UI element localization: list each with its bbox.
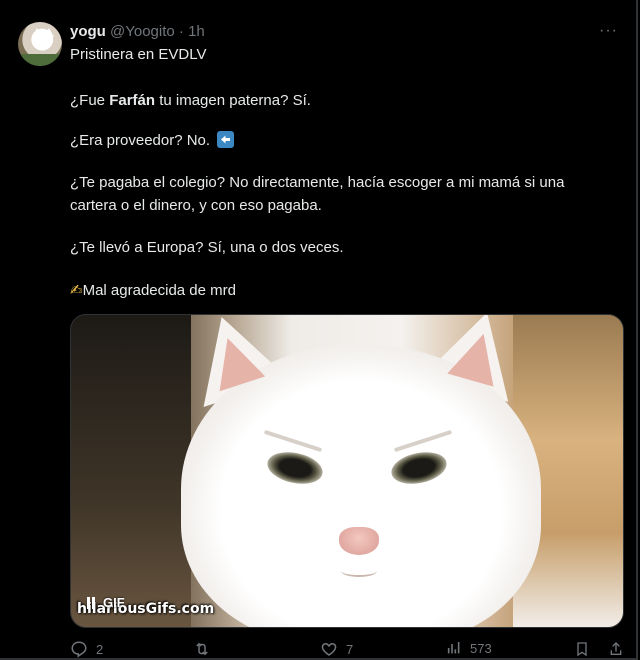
text-line-5: ¿Te llevó a Europa? Sí, una o dos veces. bbox=[70, 239, 344, 256]
cat-mouth bbox=[341, 565, 377, 577]
retweet-icon bbox=[196, 642, 208, 656]
views-icon bbox=[447, 642, 460, 654]
like-button[interactable]: 7 bbox=[320, 640, 353, 658]
text-line-3: ¿Era proveedor? No. bbox=[70, 130, 235, 151]
pause-icon[interactable] bbox=[85, 596, 97, 609]
text-segment: tu imagen paterna? Sí. bbox=[155, 92, 311, 109]
reply-icon bbox=[71, 641, 87, 658]
text-line-1: Pristinera en EVDLV bbox=[70, 46, 207, 63]
retweet-button[interactable] bbox=[192, 640, 220, 658]
media-background-left bbox=[71, 315, 191, 627]
tweet-header: yogu @Yoogito · 1h bbox=[70, 22, 205, 42]
display-name[interactable]: yogu bbox=[70, 23, 106, 40]
more-icon[interactable]: ··· bbox=[599, 22, 618, 40]
text-line-4b: cartera o el dinero, y con eso pagaba. bbox=[70, 197, 322, 214]
like-count: 7 bbox=[346, 641, 354, 657]
cat-nose bbox=[339, 527, 379, 555]
writing-hand-emoji-icon: ✍ bbox=[70, 282, 83, 299]
text-segment: ¿Fue bbox=[70, 92, 110, 109]
avatar-cat-ear bbox=[32, 28, 42, 37]
share-button[interactable] bbox=[608, 640, 624, 658]
bold-name: Farfán bbox=[109, 92, 156, 109]
timestamp[interactable]: 1h bbox=[188, 23, 205, 40]
views-button[interactable]: 573 bbox=[446, 640, 492, 656]
avatar[interactable] bbox=[18, 22, 62, 66]
share-icon bbox=[610, 642, 622, 655]
reply-count: 2 bbox=[96, 641, 104, 657]
avatar-cat-ear bbox=[44, 28, 54, 37]
avatar-grass bbox=[18, 54, 62, 66]
view-count: 573 bbox=[470, 640, 492, 656]
bookmark-button[interactable] bbox=[574, 640, 590, 658]
like-icon bbox=[321, 642, 337, 656]
text-line-2: ¿Fue Farfán tu imagen paterna? Sí. bbox=[70, 90, 311, 111]
text-line-6: ✍Mal agradecida de mrd bbox=[70, 280, 236, 301]
user-handle[interactable]: @Yoogito bbox=[110, 23, 175, 40]
gif-badge: GIF bbox=[103, 595, 125, 610]
gif-controls[interactable]: GIF bbox=[85, 595, 125, 610]
text-segment: Mal agradecida de mrd bbox=[82, 282, 236, 299]
left-arrow-emoji-icon bbox=[217, 131, 235, 148]
reply-button[interactable]: 2 bbox=[70, 640, 103, 658]
gif-media[interactable]: hilariousGifs.com GIF bbox=[70, 314, 624, 628]
text-line-4a: ¿Te pagaba el colegio? No directamente, … bbox=[70, 174, 565, 191]
separator: · bbox=[178, 23, 184, 40]
text-segment: ¿Era proveedor? No. bbox=[70, 132, 211, 149]
cat-head bbox=[181, 345, 541, 627]
bookmark-icon bbox=[577, 642, 587, 657]
action-bar: 2 7 573 bbox=[70, 640, 622, 660]
